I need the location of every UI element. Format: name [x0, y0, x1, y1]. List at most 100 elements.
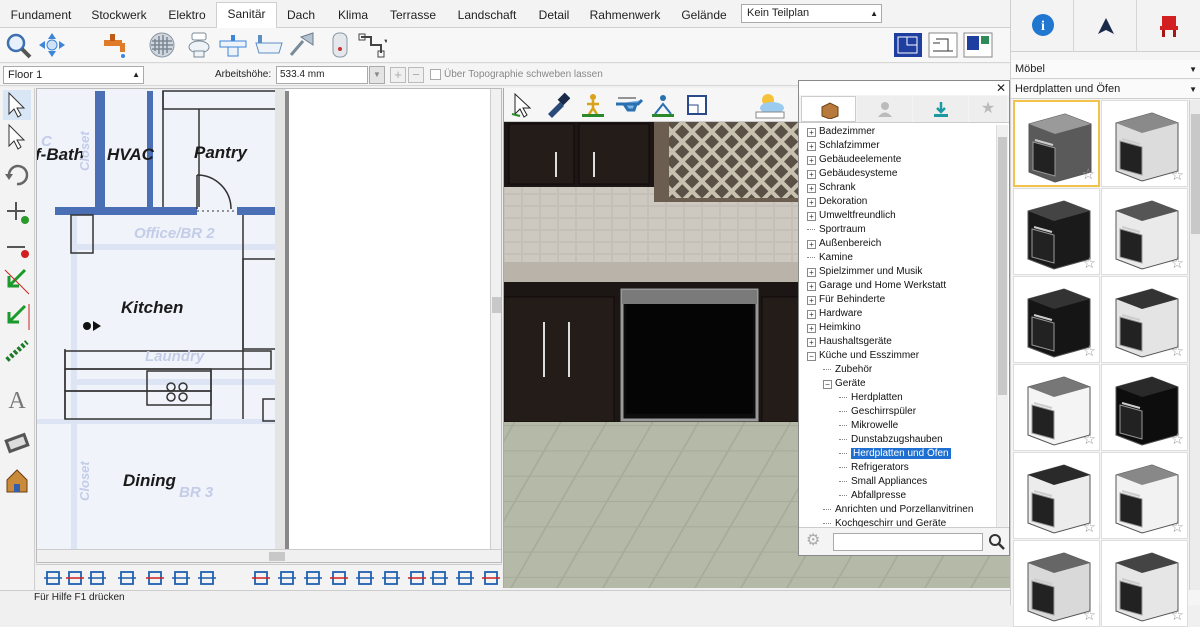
- floor-plan-view-icon[interactable]: [893, 31, 923, 59]
- library-tree-item[interactable]: Small Appliances: [839, 475, 927, 489]
- toilet-icon[interactable]: [184, 31, 214, 59]
- align-tool-icon[interactable]: [44, 569, 62, 587]
- camera-film-icon[interactable]: [3, 428, 31, 458]
- library-tree-item[interactable]: + Umweltfreundlich: [807, 209, 896, 223]
- library-tree-item[interactable]: Kamine: [807, 251, 853, 265]
- library-tab-user[interactable]: [857, 96, 912, 122]
- eyedropper-icon[interactable]: [544, 92, 570, 118]
- favorite-star-icon[interactable]: ☆: [1171, 166, 1184, 184]
- plan-vscroll-thumb[interactable]: [492, 297, 501, 313]
- plan-vertical-scrollbar[interactable]: [490, 89, 501, 549]
- collapse-icon[interactable]: −: [807, 352, 816, 361]
- shower-icon[interactable]: [287, 31, 317, 59]
- library-tree-item[interactable]: + Heimkino: [807, 321, 861, 335]
- appliance-thumbnail[interactable]: ☆: [1013, 100, 1100, 187]
- chain-tool-icon[interactable]: [3, 336, 31, 366]
- library-tree-item[interactable]: + Hardware: [807, 307, 862, 321]
- material-painter-tab[interactable]: [1074, 0, 1137, 52]
- walkthrough-icon[interactable]: [580, 92, 606, 118]
- align-tool-icon[interactable]: [172, 569, 190, 587]
- favorite-star-icon[interactable]: ☆: [1171, 430, 1184, 448]
- expand-icon[interactable]: +: [807, 240, 816, 249]
- favorite-star-icon[interactable]: ☆: [1171, 342, 1184, 360]
- library-tree-item[interactable]: Refrigerators: [839, 461, 909, 475]
- sink-icon[interactable]: [218, 31, 248, 59]
- zoom-icon[interactable]: [3, 31, 33, 59]
- tab-sanitaer[interactable]: Sanitär: [216, 2, 277, 29]
- library-tree-item[interactable]: + Schlafzimmer: [807, 139, 880, 153]
- library-tree-item[interactable]: + Dekoration: [807, 195, 867, 209]
- room-label-kitchen[interactable]: Kitchen: [121, 298, 183, 318]
- expand-icon[interactable]: +: [807, 324, 816, 333]
- expand-icon[interactable]: +: [807, 212, 816, 221]
- align-tool-icon[interactable]: [198, 569, 216, 587]
- collapse-icon[interactable]: −: [823, 380, 832, 389]
- favorite-star-icon[interactable]: ☆: [1083, 518, 1096, 536]
- tab-landschaft[interactable]: Landschaft: [446, 4, 528, 26]
- water-heater-icon[interactable]: [325, 31, 355, 59]
- appliance-thumbnail[interactable]: ☆: [1013, 364, 1100, 451]
- tab-gelaende[interactable]: Gelände: [672, 4, 736, 26]
- align-tool-icon[interactable]: [88, 569, 106, 587]
- align-tool-icon[interactable]: [330, 569, 348, 587]
- tab-detail[interactable]: Detail: [530, 4, 578, 26]
- tab-klima[interactable]: Klima: [326, 4, 380, 26]
- appliance-thumbnail[interactable]: ☆: [1101, 100, 1188, 187]
- expand-icon[interactable]: +: [807, 170, 816, 179]
- favorite-star-icon[interactable]: ☆: [1171, 606, 1184, 624]
- green-arrow-tool-2-icon[interactable]: [3, 302, 31, 332]
- align-tool-icon[interactable]: [252, 569, 270, 587]
- appliance-thumbnail[interactable]: ☆: [1013, 188, 1100, 275]
- close-icon[interactable]: ✕: [996, 81, 1006, 95]
- search-icon[interactable]: [988, 533, 1006, 551]
- category-dropdown[interactable]: Möbel ▼: [1011, 60, 1200, 79]
- elevation-view-icon[interactable]: [928, 31, 958, 59]
- favorite-star-icon[interactable]: ☆: [1171, 254, 1184, 272]
- layout-view-icon[interactable]: [963, 31, 993, 59]
- library-tree-item[interactable]: + Spielzimmer und Musik: [807, 265, 922, 279]
- library-tree-item[interactable]: + Für Behinderte: [807, 293, 885, 307]
- align-tool-icon[interactable]: [456, 569, 474, 587]
- library-tree-item[interactable]: Herdplatten und Öfen: [839, 447, 951, 461]
- tab-rahmenwerk[interactable]: Rahmenwerk: [580, 4, 670, 26]
- library-tree-item[interactable]: Herdplatten: [839, 391, 903, 405]
- tab-dach[interactable]: Dach: [278, 4, 324, 26]
- library-tab-download[interactable]: [913, 96, 968, 122]
- favorite-star-icon[interactable]: ☆: [1083, 254, 1096, 272]
- select-edit-icon[interactable]: [3, 122, 31, 152]
- room-label-dining[interactable]: Dining: [123, 471, 176, 491]
- appliance-thumbnail[interactable]: ☆: [1101, 540, 1188, 627]
- appliance-thumbnail[interactable]: ☆: [1101, 452, 1188, 539]
- library-scroll-thumb[interactable]: [998, 137, 1007, 395]
- appliance-thumbnail[interactable]: ☆: [1013, 276, 1100, 363]
- library-tree-item[interactable]: Sportraum: [807, 223, 866, 237]
- floor-plan-view[interactable]: f-Bath HVAC Pantry Kitchen Dining Office…: [36, 88, 502, 563]
- library-tree-item[interactable]: Mikrowelle: [839, 419, 898, 433]
- gear-icon[interactable]: ⚙: [806, 533, 820, 549]
- plus-button[interactable]: +: [390, 67, 406, 83]
- plan-hscroll-thumb[interactable]: [269, 552, 285, 561]
- library-tree-item[interactable]: Abfallpresse: [839, 489, 906, 503]
- rotate-icon[interactable]: [3, 160, 31, 190]
- house-camera-icon[interactable]: [3, 466, 31, 496]
- info-tab[interactable]: i: [1011, 0, 1074, 52]
- pipe-connection-icon[interactable]: ▼: [357, 31, 387, 59]
- appliance-thumbnail[interactable]: ☆: [1101, 364, 1188, 451]
- faucet-icon[interactable]: [100, 31, 130, 59]
- align-tool-icon[interactable]: [356, 569, 374, 587]
- expand-icon[interactable]: +: [807, 198, 816, 207]
- dollhouse-icon[interactable]: [650, 92, 676, 118]
- appliance-thumbnail[interactable]: ☆: [1013, 452, 1100, 539]
- floor-select[interactable]: Floor 1 ▲: [3, 66, 144, 84]
- favorite-star-icon[interactable]: ☆: [1083, 606, 1096, 624]
- expand-icon[interactable]: +: [807, 338, 816, 347]
- library-search-input[interactable]: [833, 533, 983, 551]
- expand-icon[interactable]: +: [807, 156, 816, 165]
- library-tree-item[interactable]: Dunstabzugshauben: [839, 433, 943, 447]
- expand-icon[interactable]: +: [807, 296, 816, 305]
- subcategory-dropdown[interactable]: Herdplatten und Öfen ▼: [1011, 80, 1200, 99]
- minus-button[interactable]: −: [408, 67, 424, 83]
- library-tree-item[interactable]: − Geräte: [823, 377, 866, 391]
- library-tree-item[interactable]: Zubehör: [823, 363, 872, 377]
- library-tree-scrollbar[interactable]: [996, 125, 1008, 527]
